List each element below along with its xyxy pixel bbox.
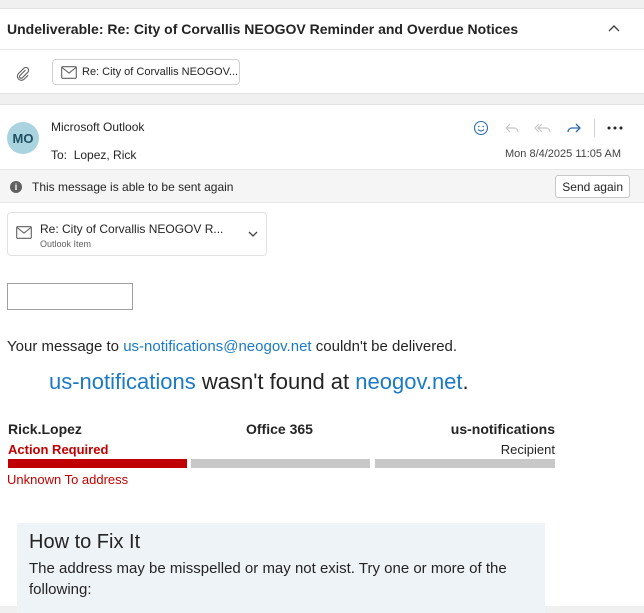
headline-middle: wasn't found at <box>195 369 356 394</box>
error-headline: us-notifications wasn't found at neogov.… <box>49 369 469 395</box>
paperclip-icon <box>14 65 32 83</box>
attached-item-subtitle: Outlook Item <box>40 239 92 249</box>
reply-all-icon[interactable] <box>532 118 554 138</box>
fix-title: How to Fix It <box>29 531 141 553</box>
message-actions <box>470 118 626 138</box>
message-card: MO Microsoft Outlook To: Lopez, Rick Mon… <box>0 104 644 613</box>
broken-image <box>7 283 133 310</box>
more-options-icon[interactable] <box>604 118 626 138</box>
error-reason: Unknown To address <box>7 472 129 487</box>
divider <box>0 49 644 50</box>
chevron-up-icon[interactable] <box>604 19 624 39</box>
flow-recipient: us-notifications <box>450 421 555 437</box>
to-recipient[interactable]: Lopez, Rick <box>74 148 137 162</box>
message-date: Mon 8/4/2025 11:05 AM <box>505 148 621 160</box>
divider <box>594 119 595 137</box>
delivery-message-suffix: couldn't be delivered. <box>311 338 458 355</box>
email-subject: Undeliverable: Re: City of Corvallis NEO… <box>7 21 519 37</box>
send-again-button[interactable]: Send again <box>555 175 630 198</box>
fix-text: The address may be misspelled or may not… <box>29 560 507 598</box>
reply-icon[interactable] <box>501 118 523 138</box>
attachment-chip[interactable]: Re: City of Corvallis NEOGOV... <box>52 59 240 85</box>
emoji-reaction-icon[interactable] <box>470 118 492 138</box>
attached-item-card[interactable]: Re: City of Corvallis NEOGOV R... Outloo… <box>7 212 267 256</box>
sender-name: Microsoft Outlook <box>51 120 145 134</box>
info-icon: i <box>10 181 22 193</box>
envelope-icon <box>61 65 77 79</box>
to-label: To: <box>51 148 68 162</box>
how-to-fix-section: How to Fix It The address may be misspel… <box>17 523 545 613</box>
flow-action-required: Action Required <box>8 442 109 457</box>
info-bar: i This message is able to be sent again … <box>0 169 644 203</box>
recipient-email-link[interactable]: us-notifications@neogov.net <box>123 338 311 355</box>
headline-domain: neogov.net <box>355 369 463 394</box>
headline-end: . <box>462 369 469 394</box>
flow-server: Office 365 <box>246 421 313 437</box>
flow-bar-recipient <box>375 459 555 468</box>
flow-sender: Rick.Lopez <box>8 421 82 437</box>
delivery-message: Your message to us-notifications@neogov.… <box>7 338 457 355</box>
headline-user: us-notifications <box>49 369 196 394</box>
delivery-message-prefix: Your message to <box>7 338 124 355</box>
flow-bar-server <box>191 459 370 468</box>
avatar: MO <box>7 122 39 154</box>
chevron-down-icon[interactable] <box>246 227 260 246</box>
info-text: This message is able to be sent again <box>32 180 234 194</box>
subject-header: Undeliverable: Re: City of Corvallis NEO… <box>0 8 644 94</box>
envelope-icon <box>16 226 32 244</box>
attachment-chip-label: Re: City of Corvallis NEOGOV... <box>82 66 239 78</box>
flow-bar-sender <box>8 459 187 468</box>
attached-item-title: Re: City of Corvallis NEOGOV R... <box>40 222 224 236</box>
to-line: To: Lopez, Rick <box>51 148 136 162</box>
forward-icon[interactable] <box>563 118 585 138</box>
flow-recipient-role: Recipient <box>500 442 555 457</box>
